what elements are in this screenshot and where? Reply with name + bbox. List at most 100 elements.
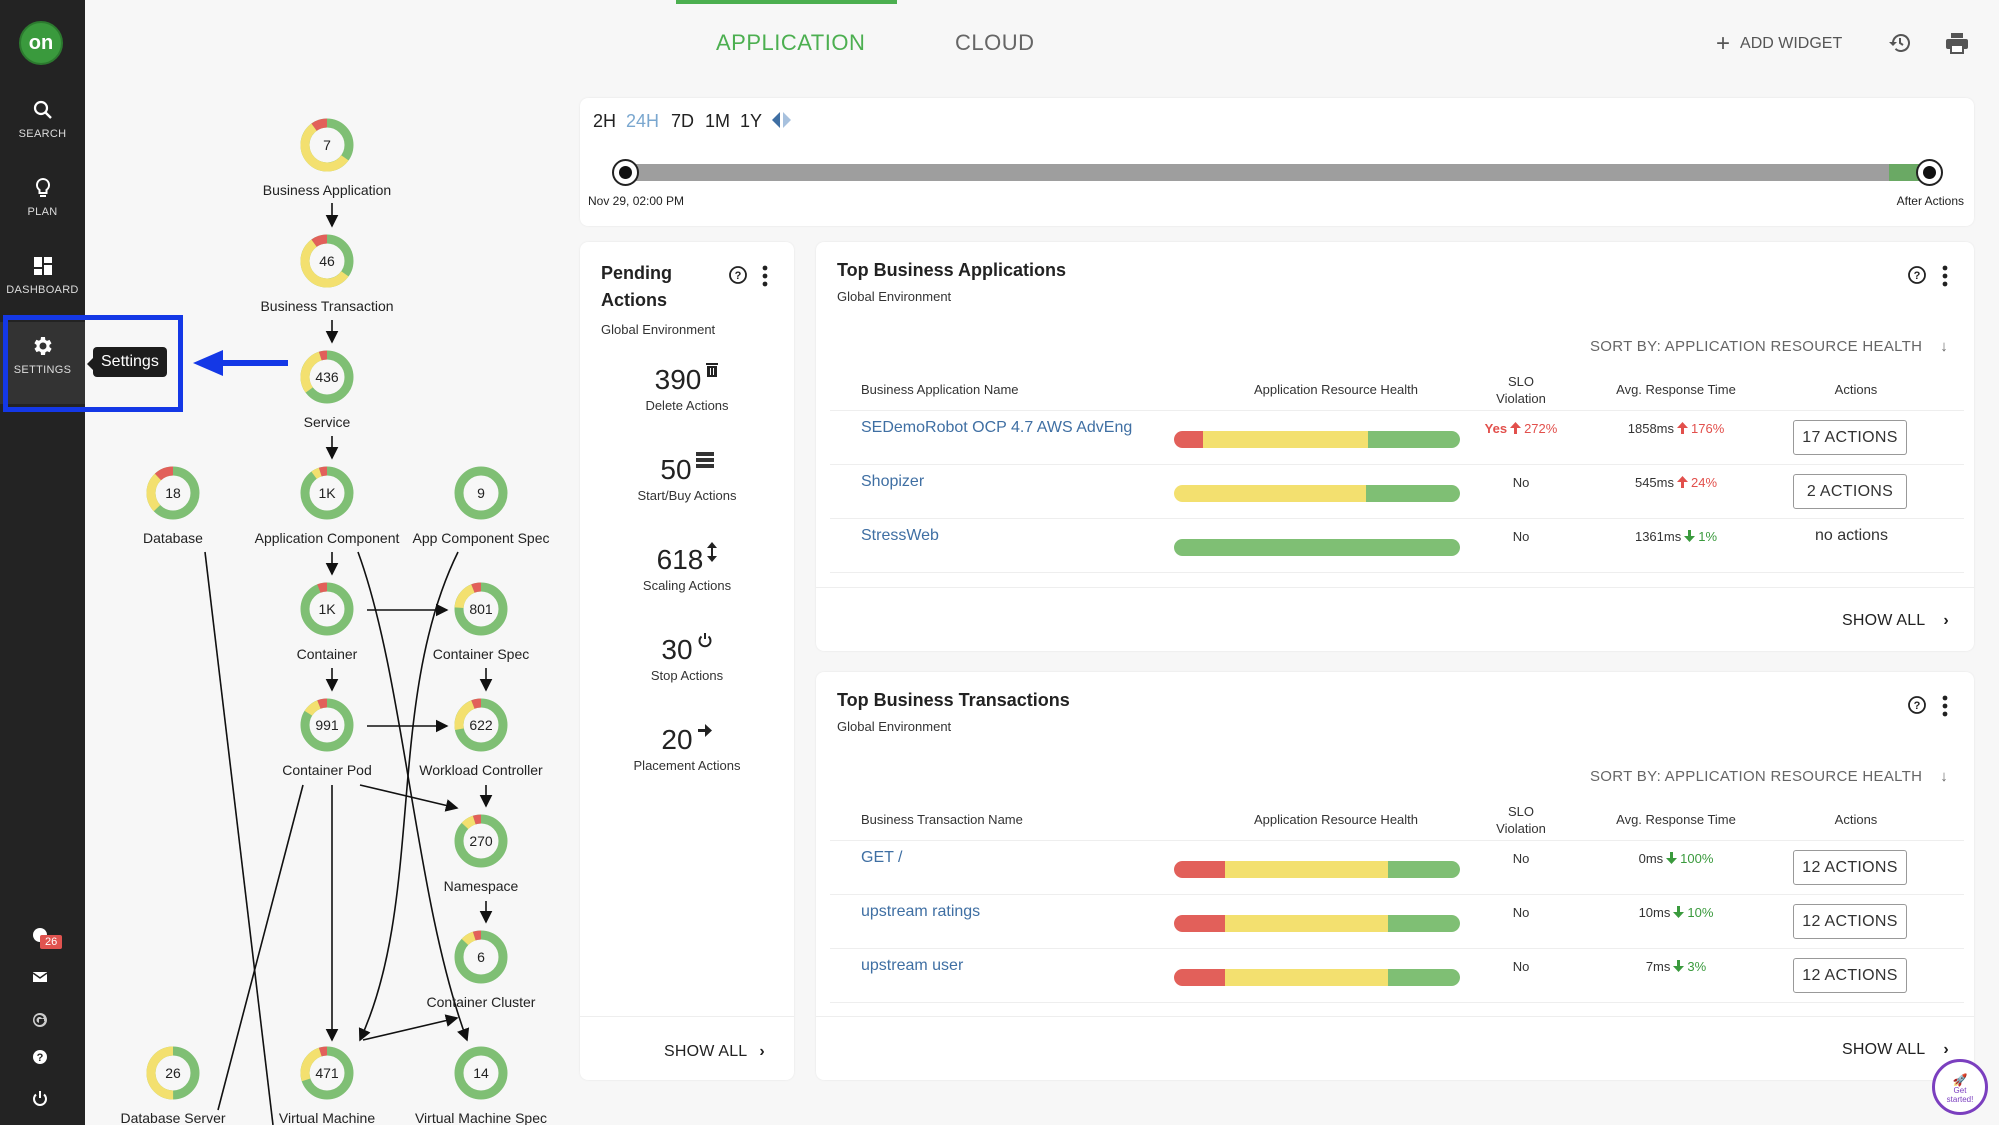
- more-options-icon[interactable]: [1941, 695, 1949, 717]
- topology-node-database-server[interactable]: 26 Database Server: [93, 1046, 253, 1125]
- resource-health-bar: [1174, 861, 1460, 878]
- help-icon[interactable]: ?: [1907, 695, 1927, 715]
- resource-health-bar: [1174, 969, 1460, 986]
- power-icon[interactable]: [30, 1088, 50, 1108]
- health-donut: 1K: [300, 582, 354, 636]
- help-icon[interactable]: ?: [728, 265, 748, 285]
- column-header: Avg. Response Time: [1616, 812, 1736, 827]
- edge: [359, 784, 459, 812]
- top-business-applications-show-all[interactable]: SHOW ALL ›: [1842, 612, 1949, 630]
- top-business-transactions-show-all[interactable]: SHOW ALL ›: [1842, 1041, 1949, 1059]
- print-icon[interactable]: [1944, 31, 1970, 55]
- timeline-track[interactable]: [626, 164, 1928, 181]
- arrow-up-icon: [1677, 476, 1688, 488]
- node-count: 9: [477, 485, 485, 501]
- row-name-link[interactable]: SEDemoRobot OCP 4.7 AWS AdvEng: [861, 419, 1132, 437]
- node-label: Business Transaction: [260, 298, 394, 314]
- timeline-start-handle[interactable]: [612, 159, 639, 186]
- action-label: Stop Actions: [650, 668, 724, 683]
- topology-node-application-component[interactable]: 1K Application Component: [247, 466, 407, 546]
- help-icon[interactable]: ?: [30, 1047, 50, 1067]
- mail-icon[interactable]: [30, 967, 50, 987]
- topology-node-database[interactable]: 18 Database: [93, 466, 253, 546]
- topology-node-namespace[interactable]: 270 Namespace: [401, 814, 561, 894]
- row-name-link[interactable]: upstream user: [861, 957, 963, 975]
- tab-cloud[interactable]: CLOUD: [955, 30, 1035, 56]
- row-actions-button[interactable]: 2 ACTIONS: [1793, 474, 1907, 509]
- health-normal-segment: [1174, 539, 1460, 556]
- more-options-icon[interactable]: [761, 265, 769, 287]
- row-name-link[interactable]: StressWeb: [861, 527, 939, 545]
- avg-response-time: 1361ms 1%: [1634, 529, 1718, 544]
- svg-text:?: ?: [735, 270, 742, 282]
- sidebar-item-dashboard[interactable]: DASHBOARD: [0, 254, 85, 324]
- sidebar-item-plan[interactable]: PLAN: [0, 176, 85, 246]
- action-label: Delete Actions: [645, 398, 729, 413]
- row-name-link[interactable]: upstream ratings: [861, 903, 980, 921]
- health-normal-segment: [1365, 485, 1460, 502]
- avg-response-time: 545ms 24%: [1634, 475, 1718, 490]
- topology-node-container-cluster[interactable]: 6 Container Cluster: [401, 930, 561, 1010]
- sort-by-dropdown[interactable]: SORT BY: APPLICATION RESOURCE HEALTH ↓: [1590, 768, 1948, 785]
- row-actions-button[interactable]: 12 ACTIONS: [1793, 958, 1907, 993]
- pending-action-start-buy-actions[interactable]: 50 Start/Buy Actions: [580, 452, 794, 503]
- resource-health-bar: [1174, 539, 1460, 556]
- node-label: App Component Spec: [412, 530, 550, 546]
- search-icon: [33, 100, 52, 119]
- row-actions-button[interactable]: 12 ACTIONS: [1793, 850, 1907, 885]
- column-header: SLO Violation: [1496, 804, 1546, 836]
- g-icon[interactable]: [30, 1010, 50, 1030]
- node-count: 1K: [318, 485, 336, 501]
- range-button-7d[interactable]: 7D: [671, 111, 694, 132]
- topology-node-service[interactable]: 436 Service: [247, 350, 407, 430]
- get-started-button[interactable]: 🚀 Get started!: [1932, 1059, 1988, 1115]
- history-icon[interactable]: [1888, 31, 1912, 55]
- help-icon[interactable]: ?: [1907, 265, 1927, 285]
- more-options-icon[interactable]: [1941, 265, 1949, 287]
- topology-node-container-spec[interactable]: 801 Container Spec: [401, 582, 561, 662]
- range-button-1y[interactable]: 1Y: [740, 111, 762, 132]
- logo[interactable]: on: [19, 21, 63, 65]
- slo-violation: No: [1512, 475, 1530, 490]
- row-name-link[interactable]: GET /: [861, 849, 903, 867]
- sort-by-dropdown[interactable]: SORT BY: APPLICATION RESOURCE HEALTH ↓: [1590, 338, 1948, 355]
- health-normal-segment: [1388, 861, 1460, 878]
- sidebar-item-search[interactable]: SEARCH: [0, 98, 85, 168]
- health-major-segment: [1225, 915, 1389, 932]
- column-header: Actions: [1834, 382, 1878, 397]
- topology-node-virtual-machine-spec[interactable]: 14 Virtual Machine Spec: [401, 1046, 561, 1125]
- action-label: Placement Actions: [633, 758, 741, 773]
- topology-node-business-transaction[interactable]: 46 Business Transaction: [247, 234, 407, 314]
- health-donut: 46: [300, 234, 354, 288]
- add-widget-button[interactable]: + ADD WIDGET: [1716, 30, 1842, 58]
- tab-application[interactable]: APPLICATION: [716, 30, 865, 56]
- pending-action-stop-actions[interactable]: 30 Stop Actions: [580, 633, 794, 683]
- row-name-link[interactable]: Shopizer: [861, 473, 924, 491]
- timeline-end-handle[interactable]: [1916, 159, 1943, 186]
- topology-node-container[interactable]: 1K Container: [247, 582, 407, 662]
- health-donut: 1K: [300, 466, 354, 520]
- range-button-24h[interactable]: 24H: [626, 111, 659, 132]
- topology-node-container-pod[interactable]: 991 Container Pod: [247, 698, 407, 778]
- health-donut: 7: [300, 118, 354, 172]
- row-actions-button[interactable]: 12 ACTIONS: [1793, 904, 1907, 939]
- health-major-segment: [1202, 431, 1369, 448]
- topology-node-virtual-machine[interactable]: 471 Virtual Machine: [247, 1046, 407, 1125]
- pending-action-scaling-actions[interactable]: 618 Scaling Actions: [580, 542, 794, 593]
- topology-node-business-application[interactable]: 7 Business Application: [247, 118, 407, 198]
- pending-action-placement-actions[interactable]: 20 Placement Actions: [580, 724, 794, 773]
- timeline-nav-icon[interactable]: [770, 110, 794, 130]
- column-header: Application Resource Health: [1253, 382, 1419, 397]
- health-normal-segment: [1368, 431, 1460, 448]
- row-divider: [830, 410, 1964, 411]
- pending-action-delete-actions[interactable]: 390 Delete Actions: [580, 362, 794, 413]
- range-button-2h[interactable]: 2H: [593, 111, 616, 132]
- row-actions-button[interactable]: 17 ACTIONS: [1793, 420, 1907, 455]
- sidebar-item-label: SEARCH: [18, 128, 67, 140]
- get-started-label: Get: [1953, 1086, 1967, 1095]
- topology-node-app-component-spec[interactable]: 9 App Component Spec: [401, 466, 561, 546]
- topology-node-workload-controller[interactable]: 622 Workload Controller: [401, 698, 561, 778]
- pending-actions-show-all[interactable]: SHOW ALL ›: [664, 1043, 765, 1061]
- range-button-1m[interactable]: 1M: [705, 111, 730, 132]
- trash-icon: [705, 362, 719, 383]
